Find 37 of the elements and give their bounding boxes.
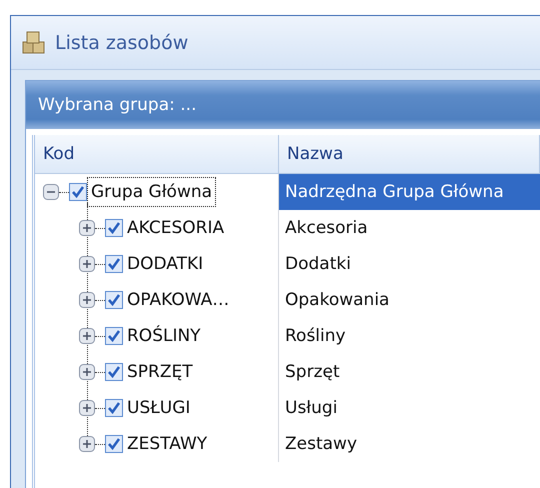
table-cell-text: Akcesoria [284, 217, 369, 240]
table-cell-text: Sprzęt [284, 361, 341, 384]
tree-item-label[interactable]: Grupa Główna [87, 177, 216, 207]
table-cell: Nadrzędna Grupa Główna [279, 174, 540, 210]
tree-item-label[interactable]: SPRZĘT [123, 357, 197, 387]
checkbox[interactable] [105, 327, 123, 345]
tree-item-label[interactable]: DODATKI [123, 249, 208, 279]
expand-icon[interactable] [79, 400, 95, 416]
expand-icon[interactable] [79, 364, 95, 380]
checkbox[interactable] [105, 219, 123, 237]
table-cell-text: Dodatki [284, 253, 352, 276]
expand-icon[interactable] [79, 256, 95, 272]
table-cell-text: Opakowania [284, 289, 390, 312]
checkbox[interactable] [105, 363, 123, 381]
tree-item-label[interactable]: ZESTAWY [123, 429, 212, 459]
checkbox[interactable] [105, 435, 123, 453]
checkbox[interactable] [105, 255, 123, 273]
column-header[interactable]: Kod [35, 135, 279, 173]
expand-icon[interactable] [79, 436, 95, 452]
table-cell-text: Zestawy [284, 433, 358, 456]
collapse-icon[interactable] [43, 184, 59, 200]
boxes-icon [21, 30, 47, 56]
window-title: Lista zasobów [55, 32, 188, 54]
tree-item-label[interactable]: USŁUGI [123, 393, 194, 423]
tree-item-label[interactable]: ROŚLINY [123, 321, 205, 351]
expand-icon[interactable] [79, 220, 95, 236]
checkbox[interactable] [69, 183, 87, 201]
checkbox[interactable] [105, 291, 123, 309]
table-cell-text: Usługi [284, 397, 338, 420]
expand-icon[interactable] [79, 328, 95, 344]
expand-icon[interactable] [79, 292, 95, 308]
column-header[interactable]: Nazwa [279, 135, 540, 173]
table-cell-text: Rośliny [284, 325, 347, 348]
checkbox[interactable] [105, 399, 123, 417]
tree-item-label[interactable]: OPAKOWA… [123, 285, 234, 315]
panel-title: Wybrana grupa: ... [38, 95, 196, 115]
tree-item-label[interactable]: AKCESORIA [123, 213, 228, 243]
